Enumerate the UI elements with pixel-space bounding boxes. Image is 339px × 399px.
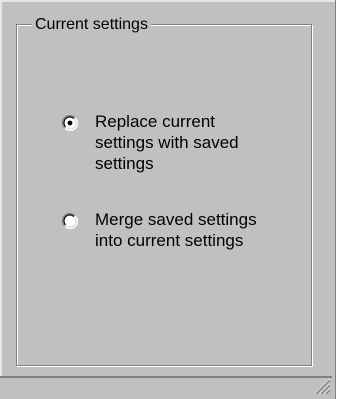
panel-top-edge: [0, 0, 339, 2]
size-grip-icon[interactable]: [311, 375, 331, 395]
current-settings-groupbox: [16, 24, 312, 366]
radio-unselected-icon[interactable]: [62, 213, 78, 229]
replace-settings-label: Replace current settings with saved sett…: [95, 112, 239, 173]
merge-settings-label: Merge saved settings into current settin…: [95, 210, 257, 250]
panel-left-edge: [0, 0, 2, 380]
status-strip: [0, 378, 335, 399]
panel-right-edge: [335, 0, 339, 399]
merge-settings-option[interactable]: Merge saved settings into current settin…: [62, 210, 282, 285]
groupbox-title: Current settings: [32, 16, 151, 34]
settings-panel: Current settings Replace current setting…: [0, 0, 339, 399]
radio-selected-icon[interactable]: [62, 115, 78, 131]
replace-settings-option[interactable]: Replace current settings with saved sett…: [62, 112, 282, 187]
